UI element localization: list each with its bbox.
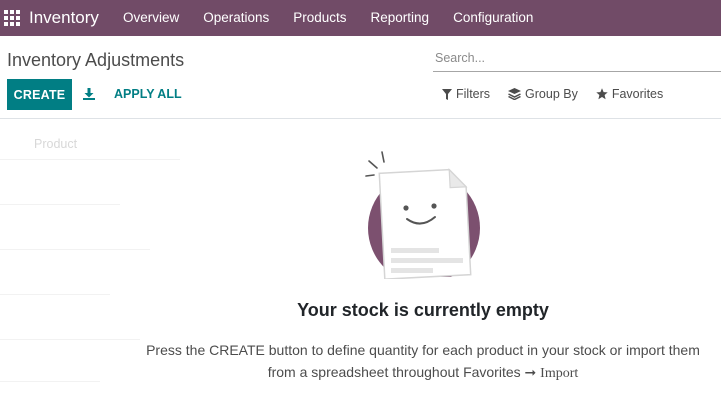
download-button[interactable] [78,82,100,106]
empty-state-line-2-text: from a spreadsheet throughout Favorites [267,364,521,380]
filters-toggle[interactable]: Filters [442,87,490,101]
page-title: Inventory Adjustments [7,50,185,70]
filters-label: Filters [456,87,491,101]
favorites-toggle[interactable]: Favorites [596,87,663,101]
empty-state-line-1: Press the CREATE button to define quanti… [146,342,700,358]
download-icon [83,88,95,100]
control-panel: Inventory Adjustments CREATE APPLY ALL F… [0,36,721,119]
search-input[interactable] [433,46,721,70]
menu-reporting[interactable]: Reporting [359,0,442,36]
create-button[interactable]: CREATE [7,79,72,110]
top-navbar: Inventory Overview Operations Products R… [0,0,721,36]
apps-menu-icon[interactable] [3,9,21,27]
layers-icon [508,88,522,100]
empty-state-helper: Your stock is currently empty Press the … [0,119,721,401]
empty-document-illustration [365,151,480,279]
empty-state-line-2: from a spreadsheet throughout Favorites … [125,361,721,385]
menu-overview[interactable]: Overview [111,0,191,36]
menu-configuration[interactable]: Configuration [441,0,545,36]
empty-state-title: Your stock is currently empty [297,300,549,320]
apply-all-button[interactable]: APPLY ALL [106,79,190,110]
app-name[interactable]: Inventory [29,8,99,28]
main-menu: Overview Operations Products Reporting C… [111,0,545,36]
group-by-label: Group By [525,87,578,101]
menu-products[interactable]: Products [281,0,358,36]
empty-state-text: Press the CREATE button to define quanti… [125,339,721,385]
filter-icon [442,88,452,100]
group-by-toggle[interactable]: Group By [508,87,578,101]
menu-operations[interactable]: Operations [191,0,281,36]
search-box [433,46,721,72]
favorites-label: Favorites [611,87,664,101]
arrow-right-icon: ➞ [524,365,537,381]
search-options: Filters Group By Favorites [442,87,681,101]
import-hint: Import [540,366,579,381]
star-icon [596,88,608,100]
